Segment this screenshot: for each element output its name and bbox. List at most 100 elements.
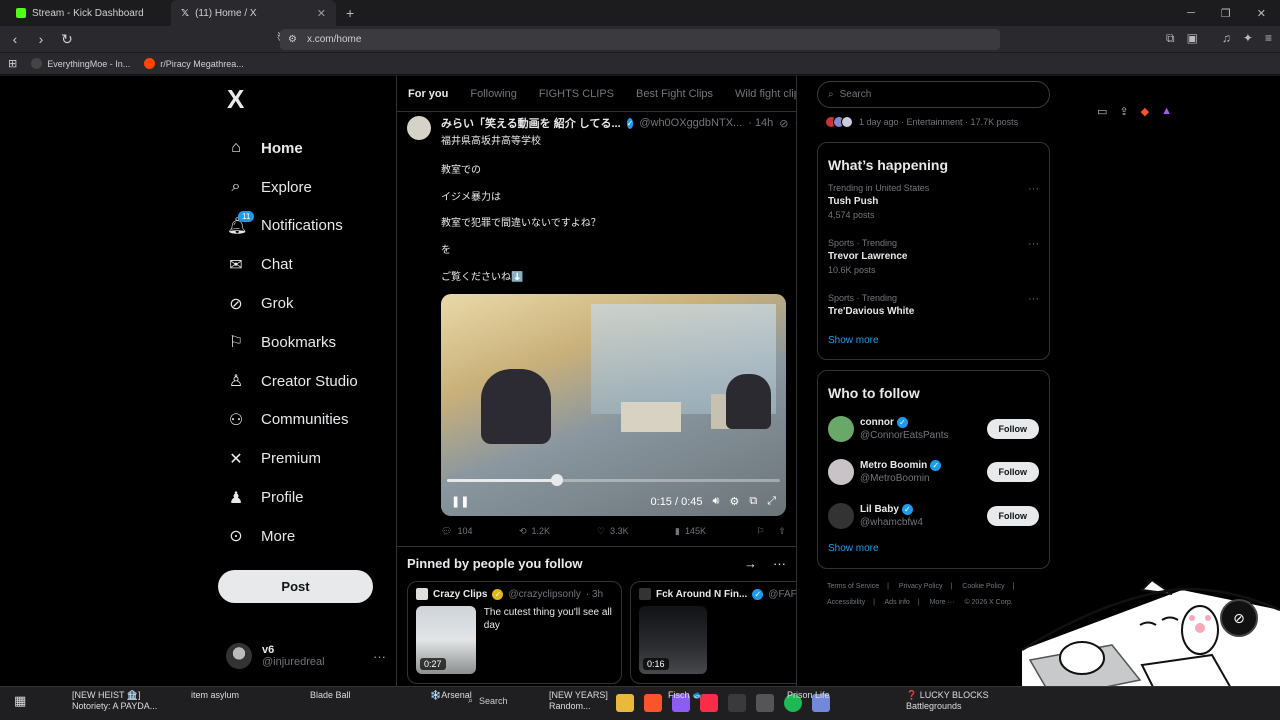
follow-button[interactable]: Follow	[986, 462, 1039, 483]
show-more-link[interactable]: Show more	[828, 329, 1039, 351]
video-scrubber-handle[interactable]	[550, 474, 563, 487]
tweet-time[interactable]: · 14h	[748, 117, 773, 129]
post-button[interactable]: Post	[218, 569, 373, 603]
start-icon[interactable]: ▦	[14, 694, 26, 707]
more-icon[interactable]: ···	[1028, 183, 1039, 195]
share-icon[interactable]: ⇪	[1119, 105, 1128, 118]
cast-icon[interactable]: ▭	[1097, 105, 1107, 118]
new-tab-button[interactable]: +	[336, 5, 364, 21]
volume-icon[interactable]: 🔊︎	[713, 495, 720, 508]
nav-communities[interactable]: ⚇ Communities	[218, 401, 388, 440]
apps-icon[interactable]: ⊞	[8, 57, 17, 70]
fullscreen-icon[interactable]: ⤢	[767, 495, 776, 508]
footer-link-privacy[interactable]: Privacy Policy	[899, 583, 943, 590]
tab-for-you[interactable]: For you	[397, 76, 459, 112]
nav-bookmarks[interactable]: ⚐ Bookmarks	[218, 323, 388, 362]
taskbar-item[interactable]: item asylum	[191, 690, 239, 701]
close-icon[interactable]: ✕	[317, 7, 326, 20]
taskbar-item[interactable]: [NEW HEIST 🏦] Notoriety: A PAYDA...	[72, 690, 157, 712]
extensions-icon[interactable]: ⧉	[1166, 31, 1175, 46]
account-switcher[interactable]: v6 @injuredreal ···	[226, 643, 386, 669]
bookmark-everythingmoe[interactable]: EverythingMoe - In...	[31, 58, 130, 69]
brave-shield-icon[interactable]: ◆	[1141, 105, 1149, 118]
nav-grok[interactable]: ⊘ Grok	[218, 284, 388, 323]
follow-suggestion[interactable]: Lil Baby ✓ @whamcbfw4 Follow	[828, 494, 1039, 538]
footer-link-ads[interactable]: Ads info	[885, 599, 910, 606]
grok-float-icon[interactable]: ⊘	[1220, 599, 1258, 637]
settings-icon[interactable]: ⚙︎	[729, 495, 739, 508]
menu-icon[interactable]: ≡	[1265, 31, 1272, 46]
nav-explore[interactable]: ⌕ Explore	[218, 168, 388, 207]
app-icon[interactable]	[756, 694, 774, 712]
show-more-link[interactable]: Show more	[828, 538, 1039, 560]
tab-following[interactable]: Following	[459, 76, 527, 112]
tab-fights-clips[interactable]: FIGHTS CLIPS	[528, 76, 625, 112]
avatar[interactable]	[407, 116, 431, 140]
views-button[interactable]: ▮ 145K	[675, 526, 753, 537]
bookmark-piracy[interactable]: r/Piracy Megathrea...	[144, 58, 244, 69]
x-logo[interactable]: X	[227, 84, 388, 115]
nav-profile[interactable]: ♟ Profile	[218, 478, 388, 517]
footer-link-terms[interactable]: Terms of Service	[827, 583, 879, 590]
site-info-icon[interactable]: ⚙︎	[288, 34, 297, 45]
nav-chat[interactable]: ✉︎ Chat	[218, 245, 388, 284]
pinned-card[interactable]: Fck Around N Fin... ✓ @FAF... 0:16	[630, 581, 796, 685]
like-button[interactable]: ♡ 3.3K	[597, 526, 675, 537]
brave-icon[interactable]	[644, 694, 662, 712]
trend-item[interactable]: Trending in United States Tush Push 4,57…	[828, 179, 1039, 234]
taskbar-item[interactable]: ❓ LUCKY BLOCKS Battlegrounds	[906, 690, 989, 712]
more-icon[interactable]: ···	[1028, 293, 1039, 305]
taskbar-item[interactable]: [NEW YEARS] Random...	[549, 690, 608, 712]
trend-item[interactable]: Sports · Trending Tre'Davious White ···	[828, 289, 1039, 329]
reload-icon[interactable]: ↻	[60, 31, 74, 48]
tab-kick[interactable]: Stream - Kick Dashboard	[6, 0, 171, 26]
wallet-icon[interactable]: ▣	[1187, 31, 1198, 46]
follow-suggestion[interactable]: Metro Boomin ✓ @MetroBoomin Follow	[828, 451, 1039, 495]
more-icon[interactable]: ···	[373, 649, 386, 664]
leo-icon[interactable]: ✦	[1243, 31, 1253, 46]
pip-icon[interactable]: ⧉	[749, 495, 757, 508]
minimize-icon[interactable]: ─	[1187, 7, 1195, 20]
pause-icon[interactable]: ❚❚	[451, 495, 469, 508]
nav-creator-studio[interactable]: ♙ Creator Studio	[218, 362, 388, 401]
share-icon[interactable]: ⇪	[778, 526, 786, 537]
video-thumbnail[interactable]: 0:27	[416, 606, 476, 675]
restore-icon[interactable]: ❐	[1221, 7, 1231, 20]
nav-home[interactable]: ⌂ Home	[218, 129, 388, 168]
tab-wild-fight-clips[interactable]: Wild fight clips	[724, 76, 796, 112]
brave-rewards-icon[interactable]: ▲	[1161, 105, 1172, 118]
tweet-author-handle[interactable]: @wh0OXggdbNTX...	[639, 117, 742, 129]
repost-button[interactable]: ⟲ 1.2K	[519, 526, 597, 537]
reply-button[interactable]: 💬︎ 104	[441, 526, 519, 537]
address-bar[interactable]: ⚙︎ x.com/home ▭ ⇪ ◆ ▲	[280, 29, 1172, 118]
more-icon[interactable]: ···	[773, 556, 786, 571]
taskbar-item[interactable]: ❄️Arsenal	[430, 690, 472, 701]
nav-more[interactable]: ⊙ More	[218, 517, 388, 556]
footer-link-accessibility[interactable]: Accessibility	[827, 599, 865, 606]
tweet[interactable]: みらい「笑える動画を 紹介 してる... ✓ @wh0OXggdbNTX... …	[397, 112, 796, 546]
taskbar-item[interactable]: Blade Ball	[310, 690, 351, 701]
follow-button[interactable]: Follow	[986, 505, 1039, 526]
footer-link-cookies[interactable]: Cookie Policy	[962, 583, 1004, 590]
taskbar-item[interactable]: Prison Life	[787, 690, 830, 701]
search-input[interactable]: ⌕ Search	[817, 81, 1050, 108]
forward-icon[interactable]: ›	[34, 31, 48, 47]
tweet-author-name[interactable]: みらい「笑える動画を 紹介 してる...	[441, 115, 621, 131]
tab-best-fight-clips[interactable]: Best Fight Clips	[625, 76, 724, 112]
follow-button[interactable]: Follow	[986, 418, 1039, 439]
nav-notifications[interactable]: 🔔︎ 11 Notifications	[218, 207, 388, 246]
nav-premium[interactable]: ✕ Premium	[218, 439, 388, 478]
more-icon[interactable]: ···	[795, 117, 796, 129]
follow-suggestion[interactable]: connor ✓ @ConnorEatsPants Follow	[828, 407, 1039, 451]
taskbar-search[interactable]: ⌕ Search	[468, 695, 508, 706]
pinned-card[interactable]: Crazy Clips ✓ @crazyclipsonly · 3h 0:27 …	[407, 581, 622, 685]
music-icon[interactable]: ♫	[1222, 31, 1231, 46]
back-icon[interactable]: ‹	[8, 31, 22, 47]
video-progress-bar[interactable]	[447, 479, 780, 483]
tab-x-home[interactable]: 𝕏 (11) Home / X ✕	[171, 0, 336, 26]
footer-link-more[interactable]: More ···	[930, 599, 955, 606]
close-window-icon[interactable]: ✕	[1257, 7, 1266, 20]
app-icon[interactable]	[728, 694, 746, 712]
taskbar-item[interactable]: Fisch 🐟	[668, 690, 703, 701]
trend-item[interactable]: Sports · Trending Trevor Lawrence 10.6K …	[828, 234, 1039, 289]
